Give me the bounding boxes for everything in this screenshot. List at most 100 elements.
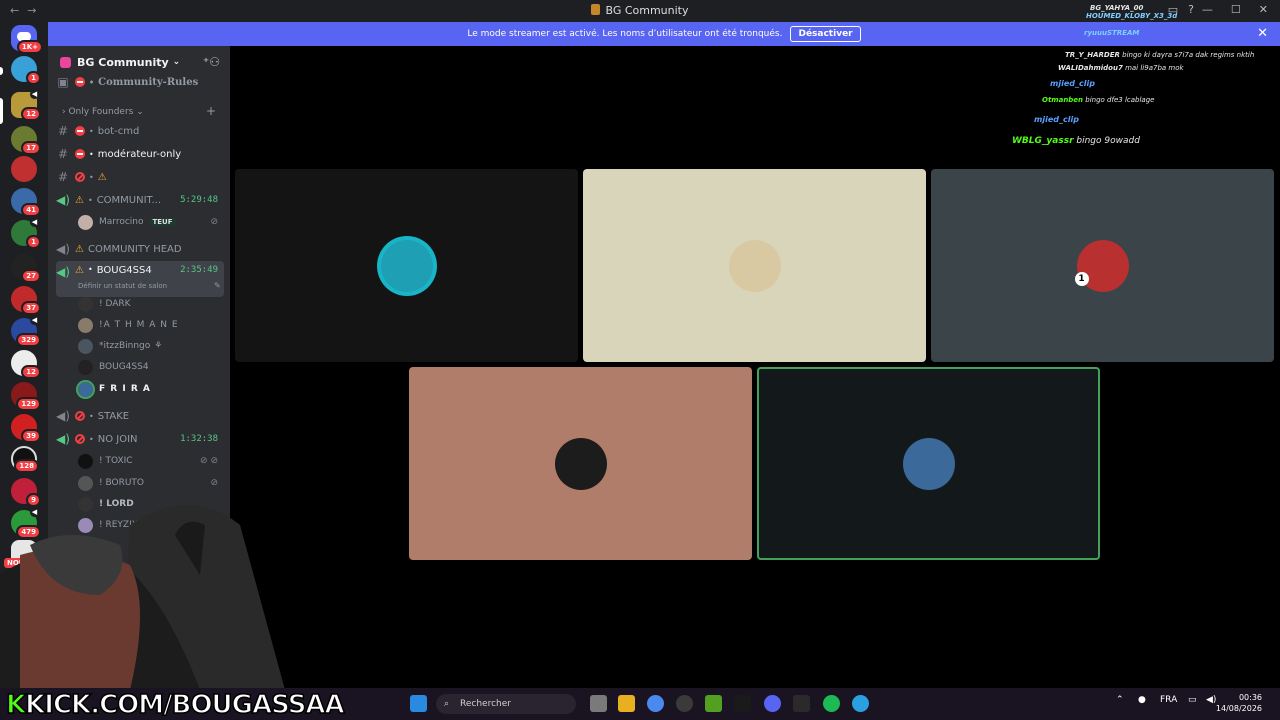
voice-channel-no-join[interactable]: ◀) • NO JOIN 1:32:38: [56, 429, 224, 449]
close-banner-icon[interactable]: ✕: [1257, 26, 1268, 41]
chrome-icon[interactable]: [647, 695, 664, 712]
number-one-icon: 1: [1074, 271, 1089, 286]
server-icon-7[interactable]: 27: [11, 254, 41, 283]
server-icon-12[interactable]: 39: [11, 414, 41, 443]
chat-line: mjied_clip: [1050, 79, 1095, 88]
no-entry-icon: [75, 411, 85, 421]
avatar: [78, 338, 93, 354]
edit-icon[interactable]: ✎: [214, 281, 221, 290]
teuf-tag: TEUF: [149, 218, 176, 226]
channel-bot-cmd[interactable]: # • bot-cmd: [56, 121, 224, 141]
voice-icon: ◀: [30, 316, 39, 325]
hashtag-icon: #: [57, 170, 69, 184]
close-window-button[interactable]: ✕: [1259, 3, 1268, 16]
language-indicator[interactable]: FRA: [1160, 695, 1177, 705]
clock[interactable]: 00:36 14/08/2026: [1216, 692, 1262, 714]
warning-icon: ⚠: [75, 194, 84, 206]
windows-start-icon[interactable]: [410, 695, 427, 712]
unread-pill: [0, 67, 3, 75]
voice-user-speaking[interactable]: F R I R A: [76, 379, 224, 399]
avatar: [78, 214, 93, 230]
voice-user[interactable]: !A T H M A N E: [78, 315, 224, 335]
telegram-icon[interactable]: [852, 695, 869, 712]
webcam-overlay: [0, 505, 285, 690]
participant-tile-4[interactable]: [409, 367, 752, 560]
voice-channel-boug4ss4[interactable]: ◀) ⚠ • BOUG4SS4 2:35:49 Définir un statut d…: [56, 261, 224, 297]
tray-chevron-icon[interactable]: ⌃: [1116, 695, 1124, 705]
speaker-icon: ◀): [56, 242, 70, 256]
voice-timer: 1:32:38: [180, 434, 218, 444]
mic-icon[interactable]: ●: [1138, 695, 1146, 705]
avatar: [78, 453, 93, 469]
chat-line: Otmanben bingo dfe3 lcablage: [1042, 96, 1155, 104]
add-channel-icon[interactable]: +: [206, 104, 216, 118]
server-home-icon: [60, 56, 71, 68]
server-icon-4[interactable]: [11, 156, 37, 182]
voice-channel-community-head[interactable]: ◀) ⚠ COMMUNITY HEAD: [56, 239, 224, 259]
server-icon-9[interactable]: ◀ 329: [11, 316, 41, 347]
taskbar-search[interactable]: ⌕ Rechercher: [436, 694, 576, 714]
avatar: [78, 359, 93, 375]
chat-line: ryuuuSTREAM: [1084, 29, 1140, 37]
server-icon-11[interactable]: 129: [11, 382, 41, 411]
blocked-icon: [75, 77, 85, 87]
chat-line: WBLG_yassr bingo 9owadd: [1012, 136, 1140, 146]
warning-icon: ⚠: [97, 171, 107, 183]
participant-tile-5-speaking[interactable]: [757, 367, 1100, 560]
voice-timer: 2:35:49: [180, 265, 218, 275]
chat-line: BG_YAHYA_00: [1090, 4, 1144, 12]
participant-avatar: [380, 239, 433, 292]
voice-icon: ◀: [30, 218, 39, 227]
speaker-icon: ◀): [56, 409, 70, 423]
volume-icon[interactable]: ◀): [1206, 695, 1216, 705]
voice-user[interactable]: *itzzBinngo ⚘: [78, 336, 224, 356]
voice-user[interactable]: ! TOXIC ⊘ ⊘: [78, 451, 224, 471]
app-icon[interactable]: [734, 695, 751, 712]
channel-moderateur-only[interactable]: # • modérateur-only: [56, 144, 224, 164]
kick-app-icon[interactable]: [705, 695, 722, 712]
voice-user[interactable]: ! DARK: [78, 294, 224, 314]
channel-status[interactable]: Définir un statut de salon: [78, 282, 167, 290]
banner-text: Le mode streamer est activé. Les noms d’…: [467, 29, 783, 39]
participant-tile-2[interactable]: [583, 169, 926, 362]
disable-streamer-button[interactable]: Désactiver: [790, 26, 861, 42]
speaker-icon: ◀): [56, 432, 70, 446]
channel-warning[interactable]: # • ⚠: [56, 167, 224, 187]
category-only-founders[interactable]: › Only Founders ⌄: [62, 107, 144, 117]
spotify-icon[interactable]: [823, 695, 840, 712]
server-icon-13[interactable]: 128: [11, 446, 39, 473]
participant-tile-1[interactable]: [235, 169, 578, 362]
voice-user[interactable]: BOUG4SS4: [78, 357, 224, 377]
server-icon-10[interactable]: 12: [11, 350, 41, 379]
network-icon[interactable]: ▭: [1188, 695, 1197, 705]
discord-home-button[interactable]: 1K+: [11, 25, 43, 54]
server-icon-bg-community[interactable]: ◀ 12: [11, 90, 41, 121]
obs-icon[interactable]: [676, 695, 693, 712]
home-badge: 1K+: [16, 40, 43, 54]
warning-icon: ⚠: [75, 243, 84, 255]
channel-community-rules[interactable]: ▣ • Community-Rules: [56, 72, 224, 92]
server-icon-8[interactable]: 37: [11, 286, 41, 315]
search-icon: ⌕: [444, 699, 450, 709]
muted-deafened-icon: ⊘ ⊘: [200, 456, 218, 466]
avatar: [78, 296, 93, 312]
chat-line: mjied_clip: [1034, 115, 1079, 124]
server-icon: [591, 4, 601, 15]
add-user-icon[interactable]: ⁺⚇: [203, 55, 220, 69]
file-explorer-icon[interactable]: [618, 695, 635, 712]
participant-tile-3[interactable]: 1: [931, 169, 1274, 362]
app-icon[interactable]: [793, 695, 810, 712]
server-icon-5[interactable]: 41: [11, 188, 41, 217]
server-icon-3[interactable]: 17: [11, 126, 41, 155]
participant-avatar: [554, 437, 607, 490]
rules-icon: ▣: [57, 75, 69, 89]
task-view-icon[interactable]: [590, 695, 607, 712]
server-icon-1[interactable]: 1: [11, 56, 41, 85]
voice-user[interactable]: Marrocino TEUF ⊘: [78, 212, 224, 232]
voice-channel-community[interactable]: ◀) ⚠ • COMMUNIT... 5:29:48: [56, 190, 224, 210]
voice-channel-stake[interactable]: ◀) • STAKE: [56, 406, 224, 426]
blocked-icon: [75, 149, 85, 159]
voice-timer: 5:29:48: [180, 195, 218, 205]
discord-taskbar-icon[interactable]: [764, 695, 781, 712]
server-icon-6[interactable]: ◀ 1: [11, 218, 41, 249]
